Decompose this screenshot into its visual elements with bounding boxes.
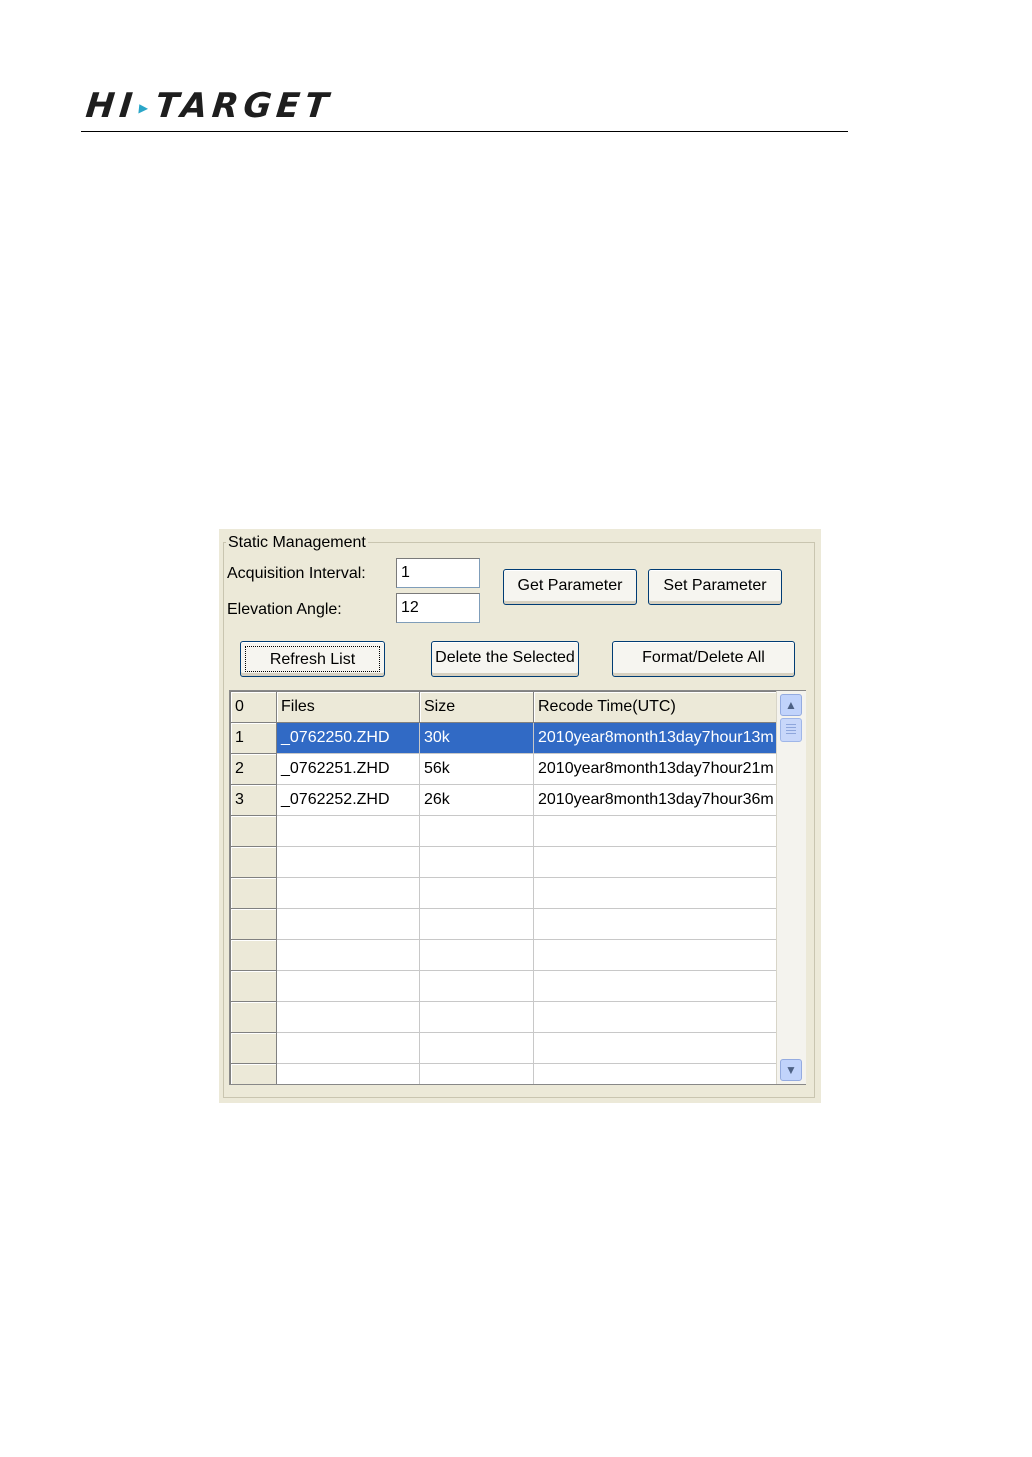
file-list-grid[interactable]: 0 Files Size Recode Time(UTC) 1 _0762250… bbox=[229, 690, 806, 1085]
table-row[interactable] bbox=[230, 970, 779, 1002]
recode-time-cell[interactable] bbox=[533, 846, 779, 878]
recode-time-cell[interactable] bbox=[533, 908, 779, 940]
file-name-cell[interactable] bbox=[276, 877, 420, 909]
file-name-cell[interactable]: _0762252.ZHD bbox=[276, 784, 420, 816]
file-name-cell[interactable] bbox=[276, 939, 420, 971]
file-size-cell[interactable] bbox=[419, 1032, 534, 1064]
file-name-cell[interactable] bbox=[276, 1032, 420, 1064]
file-size-cell[interactable]: 56k bbox=[419, 753, 534, 785]
recode-time-cell[interactable] bbox=[533, 877, 779, 909]
row-number: 1 bbox=[230, 722, 277, 754]
table-row[interactable]: 3 _0762252.ZHD 26k 2010year8month13day7h… bbox=[230, 784, 779, 816]
file-size-cell[interactable]: 30k bbox=[419, 722, 534, 754]
row-number bbox=[230, 877, 277, 909]
file-name-cell[interactable]: _0762250.ZHD bbox=[276, 722, 420, 754]
file-size-cell[interactable] bbox=[419, 939, 534, 971]
file-size-cell[interactable] bbox=[419, 1063, 534, 1084]
row-number bbox=[230, 1001, 277, 1033]
elevation-angle-label: Elevation Angle: bbox=[227, 601, 342, 618]
recode-time-cell[interactable]: 2010year8month13day7hour36m bbox=[533, 784, 779, 816]
delete-selected-button[interactable]: Delete the Selected bbox=[431, 641, 579, 677]
scroll-thumb[interactable] bbox=[780, 718, 802, 742]
table-row[interactable]: 2 _0762251.ZHD 56k 2010year8month13day7h… bbox=[230, 753, 779, 785]
column-header-recode-time[interactable]: Recode Time(UTC) bbox=[533, 691, 779, 723]
recode-time-cell[interactable] bbox=[533, 1032, 779, 1064]
table-row[interactable] bbox=[230, 1032, 779, 1064]
file-name-cell[interactable] bbox=[276, 908, 420, 940]
file-name-cell[interactable] bbox=[276, 1063, 420, 1084]
header-divider bbox=[81, 131, 848, 132]
file-size-cell[interactable] bbox=[419, 877, 534, 909]
recode-time-cell[interactable] bbox=[533, 815, 779, 847]
recode-time-cell[interactable] bbox=[533, 939, 779, 971]
file-size-cell[interactable] bbox=[419, 908, 534, 940]
acquisition-interval-input[interactable] bbox=[396, 558, 480, 588]
file-name-cell[interactable] bbox=[276, 846, 420, 878]
row-number bbox=[230, 939, 277, 971]
table-row[interactable] bbox=[230, 1001, 779, 1033]
file-name-cell[interactable] bbox=[276, 970, 420, 1002]
row-number bbox=[230, 970, 277, 1002]
scroll-down-button[interactable]: ▼ bbox=[780, 1059, 802, 1081]
chevron-down-icon: ▼ bbox=[785, 1063, 797, 1077]
recode-time-cell[interactable]: 2010year8month13day7hour13m bbox=[533, 722, 779, 754]
column-header-files[interactable]: Files bbox=[276, 691, 420, 723]
file-name-cell[interactable] bbox=[276, 1001, 420, 1033]
file-name-cell[interactable] bbox=[276, 815, 420, 847]
table-row[interactable] bbox=[230, 815, 779, 847]
chevron-up-icon: ▲ bbox=[785, 698, 797, 712]
row-number bbox=[230, 846, 277, 878]
column-header-size[interactable]: Size bbox=[419, 691, 534, 723]
recode-time-cell[interactable] bbox=[533, 1063, 779, 1084]
get-parameter-button[interactable]: Get Parameter bbox=[503, 569, 637, 605]
refresh-list-button[interactable]: Refresh List bbox=[240, 641, 385, 677]
table-row[interactable] bbox=[230, 1063, 779, 1084]
recode-time-cell[interactable] bbox=[533, 970, 779, 1002]
column-header-index[interactable]: 0 bbox=[230, 691, 277, 723]
row-number: 2 bbox=[230, 753, 277, 785]
table-row[interactable] bbox=[230, 908, 779, 940]
file-size-cell[interactable] bbox=[419, 815, 534, 847]
table-row[interactable]: 1 _0762250.ZHD 30k 2010year8month13day7h… bbox=[230, 722, 779, 754]
row-number: 3 bbox=[230, 784, 277, 816]
acquisition-interval-label: Acquisition Interval: bbox=[227, 565, 366, 582]
hi-target-logo: HI▶TARGET bbox=[83, 86, 335, 126]
recode-time-cell[interactable] bbox=[533, 1001, 779, 1033]
vertical-scrollbar[interactable]: ▲ ▼ bbox=[776, 691, 806, 1084]
table-row[interactable] bbox=[230, 846, 779, 878]
row-number bbox=[230, 908, 277, 940]
elevation-angle-input[interactable] bbox=[396, 593, 480, 623]
table-row[interactable] bbox=[230, 939, 779, 971]
row-number bbox=[230, 1063, 277, 1084]
set-parameter-button[interactable]: Set Parameter bbox=[648, 569, 782, 605]
file-size-cell[interactable] bbox=[419, 970, 534, 1002]
file-name-cell[interactable]: _0762251.ZHD bbox=[276, 753, 420, 785]
file-size-cell[interactable]: 26k bbox=[419, 784, 534, 816]
group-title: Static Management bbox=[226, 533, 368, 553]
row-number bbox=[230, 1032, 277, 1064]
format-delete-all-button[interactable]: Format/Delete All bbox=[612, 641, 795, 677]
file-table: 0 Files Size Recode Time(UTC) 1 _0762250… bbox=[230, 691, 779, 1084]
file-size-cell[interactable] bbox=[419, 846, 534, 878]
file-size-cell[interactable] bbox=[419, 1001, 534, 1033]
row-number bbox=[230, 815, 277, 847]
refresh-list-label: Refresh List bbox=[245, 646, 380, 672]
recode-time-cell[interactable]: 2010year8month13day7hour21m bbox=[533, 753, 779, 785]
scroll-up-button[interactable]: ▲ bbox=[780, 694, 802, 716]
table-header-row: 0 Files Size Recode Time(UTC) bbox=[230, 691, 779, 723]
table-row[interactable] bbox=[230, 877, 779, 909]
